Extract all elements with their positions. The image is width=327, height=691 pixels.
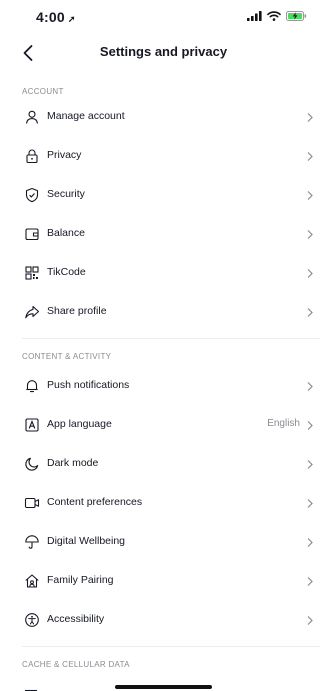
section-header-cache-cellular: CACHE & CELLULAR DATA <box>22 660 130 669</box>
row-label: App language <box>47 418 112 430</box>
section-header-content-activity: CONTENT & ACTIVITY <box>22 352 112 361</box>
chevron-right-icon <box>307 152 313 161</box>
chevron-right-icon <box>307 191 313 200</box>
settings-row-privacy[interactable]: Privacy <box>0 137 327 176</box>
row-label: Manage account <box>47 110 125 122</box>
chevron-right-icon <box>307 230 313 239</box>
language-icon <box>25 418 39 432</box>
section-divider <box>22 646 320 647</box>
chevron-right-icon <box>307 577 313 586</box>
accessibility-icon <box>25 613 39 627</box>
status-time: 4:00 ➚ <box>36 9 76 25</box>
section-header-account: ACCOUNT <box>22 87 64 96</box>
wifi-icon <box>267 11 281 21</box>
row-label: Accessibility <box>47 613 105 625</box>
settings-row-manage-account[interactable]: Manage account <box>0 98 327 137</box>
chevron-right-icon <box>307 499 313 508</box>
settings-row-digital-wellbeing[interactable]: Digital Wellbeing <box>0 523 327 562</box>
person-icon <box>25 110 39 124</box>
settings-row-accessibility[interactable]: Accessibility <box>0 601 327 640</box>
qr-code-icon <box>25 266 39 280</box>
language-value: English <box>267 418 300 429</box>
chevron-right-icon <box>307 538 313 547</box>
status-icons <box>247 11 307 21</box>
chevron-right-icon <box>307 113 313 122</box>
settings-row-push-notifications[interactable]: Push notifications <box>0 367 327 406</box>
row-label: Family Pairing <box>47 574 114 586</box>
row-label: TikCode <box>47 266 86 278</box>
moon-icon <box>25 457 39 471</box>
settings-row-app-language[interactable]: App language English <box>0 406 327 445</box>
bell-icon <box>26 380 38 393</box>
chevron-right-icon <box>307 382 313 391</box>
chevron-right-icon <box>307 616 313 625</box>
share-icon <box>25 305 40 319</box>
umbrella-icon <box>25 535 39 549</box>
house-icon <box>25 574 39 588</box>
chevron-right-icon <box>307 460 313 469</box>
section-divider <box>22 338 320 339</box>
settings-row-share-profile[interactable]: Share profile <box>0 293 327 332</box>
shield-icon <box>25 187 39 203</box>
nav-bar: Settings and privacy <box>0 34 327 70</box>
row-label: Privacy <box>47 149 82 161</box>
chevron-right-icon <box>307 269 313 278</box>
row-label: Digital Wellbeing <box>47 535 126 547</box>
settings-row-tikcode[interactable]: TikCode <box>0 254 327 293</box>
status-bar: 4:00 ➚ <box>0 0 327 34</box>
cellular-signal-icon <box>247 11 262 21</box>
settings-row-dark-mode[interactable]: Dark mode <box>0 445 327 484</box>
wallet-icon <box>25 228 39 241</box>
settings-row-content-preferences[interactable]: Content preferences <box>0 484 327 523</box>
battery-charging-icon <box>286 11 307 21</box>
row-label: Push notifications <box>47 379 130 391</box>
home-indicator <box>115 685 212 689</box>
row-label: Dark mode <box>47 457 99 469</box>
video-icon <box>24 497 40 509</box>
clock-text: 4:00 <box>36 9 65 25</box>
page-title: Settings and privacy <box>99 44 228 59</box>
chevron-right-icon <box>307 308 313 317</box>
location-arrow-icon: ➚ <box>67 14 76 24</box>
settings-row-security[interactable]: Security <box>0 176 327 215</box>
row-label: Share profile <box>47 305 107 317</box>
lock-icon <box>26 149 38 164</box>
settings-row-balance[interactable]: Balance <box>0 215 327 254</box>
row-label: Balance <box>47 227 85 239</box>
row-label: Content preferences <box>47 496 143 508</box>
settings-row-family-pairing[interactable]: Family Pairing <box>0 562 327 601</box>
chevron-right-icon <box>307 421 313 430</box>
row-label: Security <box>47 188 85 200</box>
